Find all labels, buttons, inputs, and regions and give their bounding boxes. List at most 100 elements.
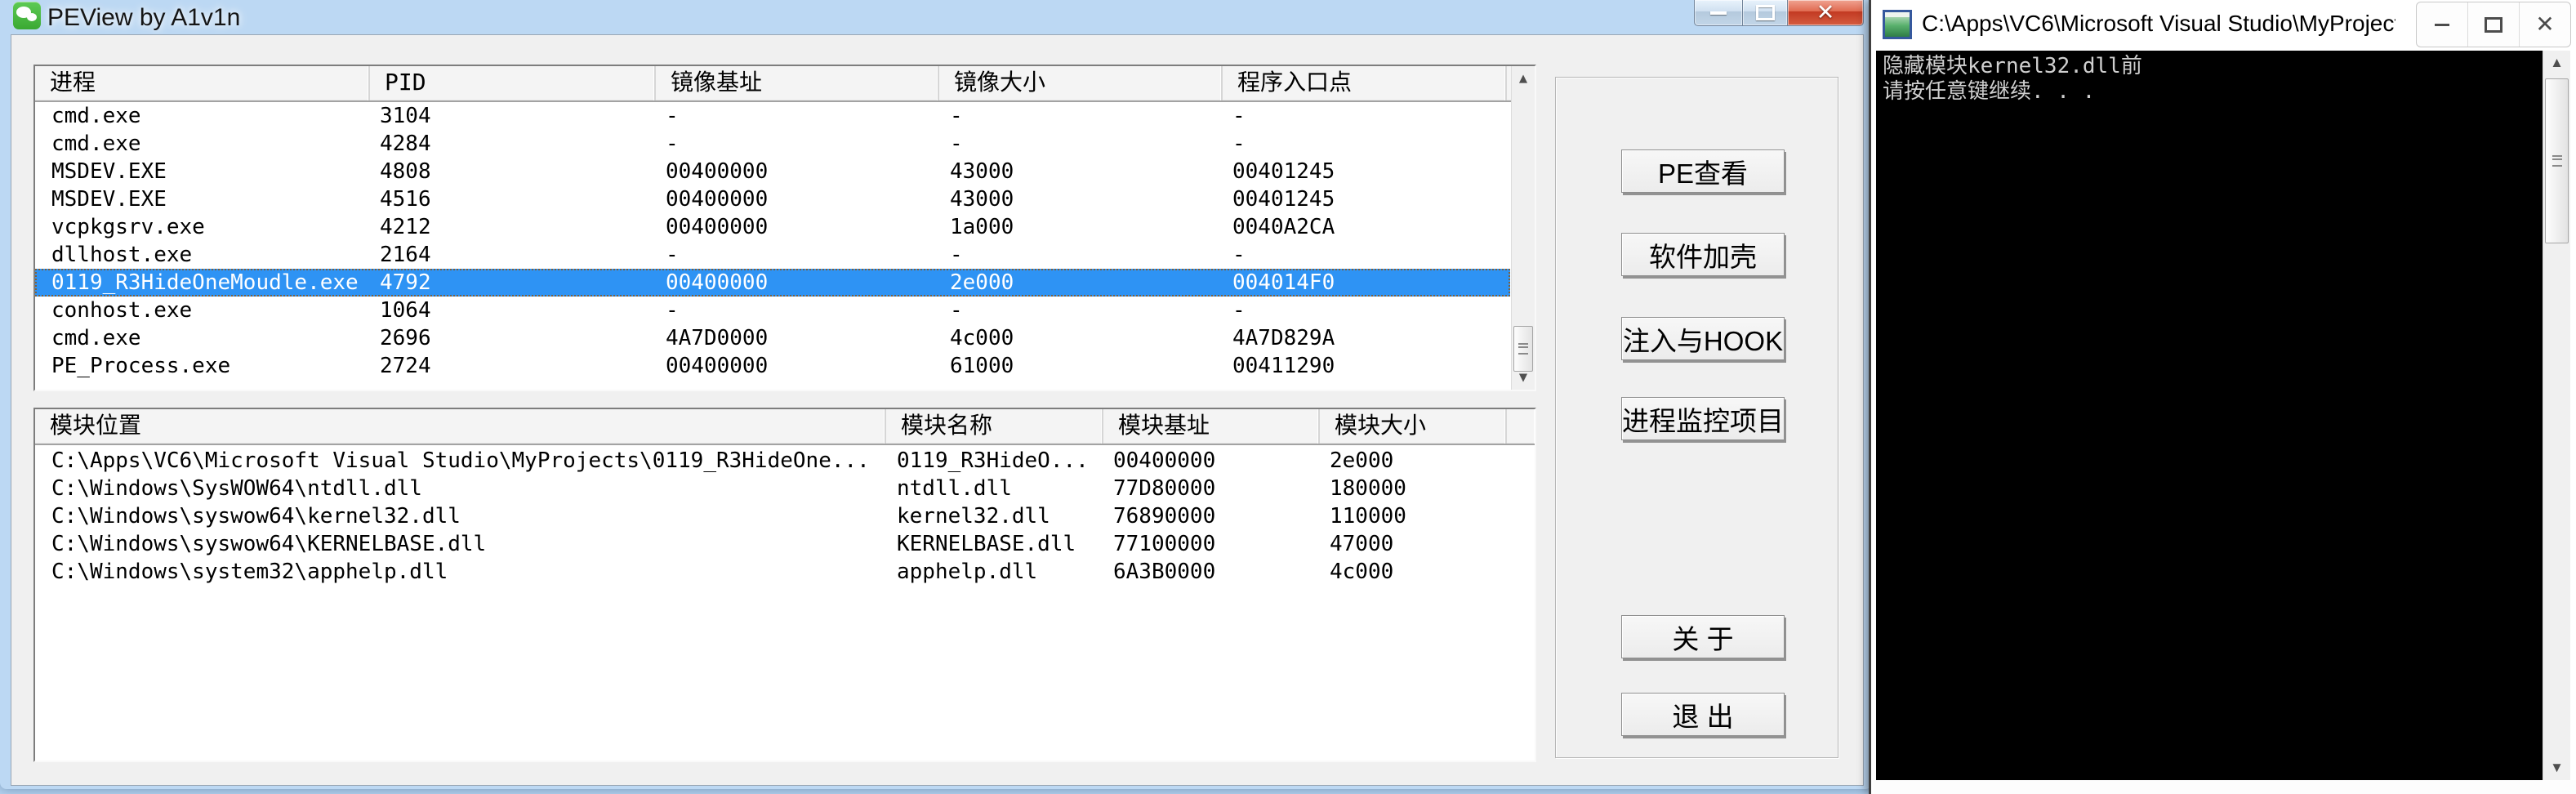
process-cell: 2e000 (950, 270, 1014, 295)
process-row[interactable]: MSDEV.EXE 4808 00400000 43000 00401245 (35, 158, 1510, 185)
minimize-button[interactable] (1694, 0, 1742, 26)
process-cell: - (666, 104, 679, 128)
process-row[interactable]: cmd.exe 3104 - - - (35, 102, 1510, 130)
inject-hook-button[interactable]: 注入与HOOK (1621, 317, 1785, 360)
process-row[interactable]: 0119_R3HideOneMoudle.exe 4792 00400000 2e00… (35, 269, 1510, 297)
module-rows: C:\Apps\VC6\Microsoft Visual Studio\MyPr… (35, 447, 1535, 761)
process-row[interactable]: cmd.exe 2696 4A7D0000 4c000 4A7D829A (35, 324, 1510, 352)
process-cell: 00411290 (1232, 354, 1335, 378)
maximize-icon (1755, 5, 1775, 20)
module-cell: 4c000 (1330, 560, 1394, 584)
process-cell: 1064 (380, 298, 431, 323)
software-pack-button[interactable]: 软件加壳 (1621, 233, 1785, 276)
button-groupbox: PE查看软件加壳注入与HOOK 进程监控项目关 于退 出 (1555, 77, 1838, 758)
console-caption-buttons: ✕ (2416, 2, 2571, 47)
peview-app-icon[interactable] (13, 2, 41, 29)
scroll-grip-icon (1518, 343, 1528, 355)
scroll-down-button[interactable]: ▼ (1512, 367, 1535, 388)
module-cell: 6A3B0000 (1113, 560, 1216, 584)
process-row[interactable]: PE_Process.exe 2724 00400000 61000 00411290 (35, 352, 1510, 380)
process-cell: cmd.exe (51, 326, 141, 350)
process-column-header[interactable]: 程序入口点 (1223, 66, 1507, 100)
scroll-up-button[interactable]: ▲ (1512, 68, 1535, 89)
process-monitor-button[interactable]: 进程监控项目 (1621, 397, 1785, 440)
scroll-down-button[interactable]: ▼ (2543, 757, 2570, 778)
scroll-thumb[interactable] (1513, 326, 1533, 372)
console-output-line: 请按任意键继续. . . (1883, 79, 2096, 104)
process-row[interactable]: MSDEV.EXE 4516 00400000 43000 00401245 (35, 185, 1510, 213)
module-column-header[interactable]: 模块大小 (1320, 409, 1507, 444)
exit-button[interactable]: 退 出 (1621, 693, 1785, 736)
scroll-up-button[interactable]: ▲ (2543, 52, 2570, 74)
module-row[interactable]: C:\Windows\syswow64\kernel32.dll kernel32… (35, 502, 1535, 530)
process-cell: 004014F0 (1232, 270, 1335, 295)
process-cell: - (666, 243, 679, 267)
console-close-button[interactable]: ✕ (2519, 2, 2570, 47)
module-cell: 47000 (1330, 532, 1394, 556)
process-cell: 4212 (380, 215, 431, 239)
process-cell: PE_Process.exe (51, 354, 231, 378)
process-cell: 2164 (380, 243, 431, 267)
peview-client-area: 进程 PID 镜像基址 镜像大小 程序入口点 cmd.exe 3104- - - cmd.exe… (11, 34, 1864, 786)
process-cell: MSDEV.EXE (51, 187, 167, 212)
console-scrollbar[interactable]: ▲ ▼ (2543, 51, 2570, 780)
process-cell: 00400000 (666, 354, 769, 378)
module-column-header[interactable]: 模块基址 (1103, 409, 1320, 444)
module-column-header[interactable]: 模块位置 (35, 409, 886, 444)
pe-view-button[interactable]: PE查看 (1621, 149, 1785, 193)
process-cell: - (666, 132, 679, 156)
process-row[interactable]: conhost.exe 1064 - - - (35, 297, 1510, 324)
process-cell: 2724 (380, 354, 431, 378)
process-cell: - (666, 298, 679, 323)
close-button[interactable]: ✕ (1788, 0, 1864, 26)
process-row[interactable]: cmd.exe 4284 - - - (35, 130, 1510, 158)
process-cell: 4c000 (950, 326, 1014, 350)
process-cell: - (1232, 298, 1246, 323)
minimize-icon (2435, 23, 2449, 26)
module-cell: C:\Apps\VC6\Microsoft Visual Studio\MyPr… (51, 448, 870, 473)
process-column-header[interactable]: 镜像大小 (939, 66, 1223, 100)
process-cell: - (1232, 104, 1246, 128)
process-cell: 4792 (380, 270, 431, 295)
maximize-button[interactable] (1742, 0, 1788, 26)
process-cell: - (950, 104, 963, 128)
process-column-header[interactable]: PID (370, 66, 656, 100)
module-cell: C:\Windows\syswow64\kernel32.dll (51, 504, 461, 529)
process-cell: 4A7D0000 (666, 326, 769, 350)
peview-titlebar[interactable]: PEView by A1v1n ✕ (0, 0, 1872, 34)
maximize-icon (2485, 16, 2502, 33)
process-cell: 00400000 (666, 187, 769, 212)
console-output[interactable]: 隐藏模块kernel32.dll前 请按任意键继续. . . (1876, 51, 2543, 780)
chat-bubble-small-icon (27, 13, 37, 21)
process-column-header[interactable]: 进程 (35, 66, 370, 100)
scroll-thumb[interactable] (2545, 78, 2569, 243)
module-column-header[interactable]: 模块名称 (886, 409, 1103, 444)
minimize-icon (1710, 11, 1727, 15)
console-window: C:\Apps\VC6\Microsoft Visual Studio\MyPr… (1869, 0, 2576, 794)
about-button[interactable]: 关 于 (1621, 615, 1785, 658)
console-titlebar[interactable]: C:\Apps\VC6\Microsoft Visual Studio\MyPr… (1871, 0, 2576, 49)
module-row[interactable]: C:\Windows\SysWOW64\ntdll.dll ntdll.dll 77… (35, 475, 1535, 502)
console-minimize-button[interactable] (2417, 2, 2467, 47)
process-row[interactable]: vcpkgsrv.exe 4212 00400000 1a000 0040A2CA (35, 213, 1510, 241)
module-cell: C:\Windows\syswow64\KERNELBASE.dll (51, 532, 487, 556)
process-cell: 00400000 (666, 270, 769, 295)
process-cell: - (950, 298, 963, 323)
process-rows: cmd.exe 3104 - - - cmd.exe 4284 - - - MSDEV.EXE 480… (35, 102, 1510, 390)
process-row[interactable]: dllhost.exe 2164 - - - (35, 241, 1510, 269)
process-column-header[interactable]: 镜像基址 (656, 66, 939, 100)
console-app-icon[interactable] (1883, 10, 1912, 39)
module-row[interactable]: C:\Apps\VC6\Microsoft Visual Studio\MyPr… (35, 447, 1535, 475)
console-bottom-frame (1874, 780, 2576, 794)
module-cell: C:\Windows\SysWOW64\ntdll.dll (51, 476, 422, 501)
module-row[interactable]: C:\Windows\system32\apphelp.dll apphelp.d… (35, 558, 1535, 586)
console-maximize-button[interactable] (2467, 2, 2519, 47)
peview-window: PEView by A1v1n ✕ 进程 PID 镜像基址 镜像大小 程序入口点 cmd… (0, 0, 1872, 789)
process-cell: 4284 (380, 132, 431, 156)
process-list-scrollbar[interactable]: ▲ ▼ (1511, 66, 1535, 390)
process-cell: 00401245 (1232, 187, 1335, 212)
process-cell: - (950, 132, 963, 156)
module-row[interactable]: C:\Windows\syswow64\KERNELBASE.dll KERNEL… (35, 530, 1535, 558)
process-list: 进程 PID 镜像基址 镜像大小 程序入口点 cmd.exe 3104- - - cmd.exe… (33, 65, 1536, 391)
process-cell: dllhost.exe (51, 243, 193, 267)
